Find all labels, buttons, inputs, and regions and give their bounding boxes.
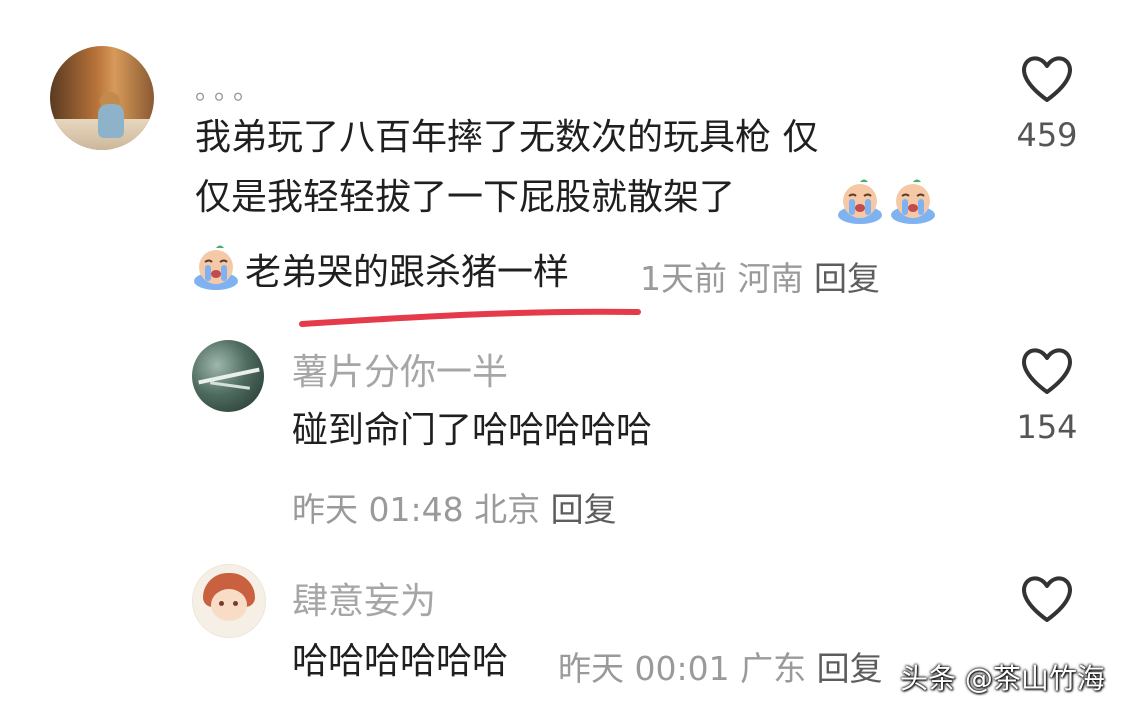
reply-2-location: 广东 [740, 649, 807, 688]
heart-icon[interactable] [1019, 54, 1075, 104]
reply-1-text: 碰到命门了哈哈哈哈哈 [292, 410, 653, 451]
main-comment-text-line-1: 我弟玩了八百年摔了无数次的玩具枪 仅 [195, 117, 819, 158]
crying-emoji [838, 179, 882, 224]
main-comment-text-line-2: 仅是我轻轻拔了一下屁股就散架了 [195, 177, 736, 218]
heart-icon[interactable] [1019, 574, 1075, 624]
main-comment-text-line-3: 老弟哭的跟杀猪一样 [245, 252, 570, 293]
reply-1-location: 北京 [474, 490, 541, 529]
reply-2-time: 昨天 00:01 [558, 649, 730, 688]
reply-2-meta: 昨天 00:01 广东 回复 [558, 642, 883, 690]
main-comment-username[interactable]: 。。。 [195, 70, 265, 107]
watermark-text: 头条 @茶山竹海 [900, 662, 1105, 695]
reply-2-text: 哈哈哈哈哈哈 [292, 641, 509, 682]
main-comment-location: 河南 [737, 259, 804, 298]
watermark: 头条 @茶山竹海 [900, 657, 1105, 697]
main-comment-avatar[interactable] [50, 46, 154, 150]
reply-2-like[interactable] [992, 574, 1102, 628]
main-comment-like[interactable]: 459 [992, 54, 1102, 154]
red-underline-annotation [299, 308, 641, 327]
crying-emoji [891, 179, 935, 224]
reply-2-avatar[interactable] [192, 564, 266, 638]
main-comment-like-count: 459 [1016, 116, 1078, 154]
reply-1-username[interactable]: 薯片分你一半 [292, 343, 508, 395]
main-comment-meta: 1天前 河南 回复 [640, 252, 880, 300]
reply-1-reply-button[interactable]: 回复 [551, 490, 617, 529]
reply-1-time: 昨天 01:48 [292, 490, 464, 529]
reply-1-like-count: 154 [1016, 408, 1078, 446]
reply-1-avatar[interactable] [192, 340, 264, 412]
main-comment-reply-button[interactable]: 回复 [814, 259, 880, 298]
reply-2-username[interactable]: 肆意妄为 [292, 572, 436, 624]
crying-emoji [194, 245, 238, 290]
reply-1-like[interactable]: 154 [992, 346, 1102, 446]
main-comment-time: 1天前 [640, 259, 727, 298]
heart-icon[interactable] [1019, 346, 1075, 396]
reply-1-meta: 昨天 01:48 北京 回复 [292, 483, 617, 531]
reply-2-reply-button[interactable]: 回复 [817, 649, 883, 688]
